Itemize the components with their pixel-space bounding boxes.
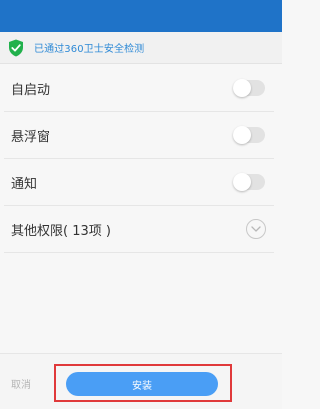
toggle-knob <box>233 173 251 191</box>
footer-bar: 取消 安装 <box>0 353 282 409</box>
floating-window-toggle[interactable] <box>233 126 265 144</box>
install-highlight-box: 安装 <box>54 364 232 402</box>
shield-check-icon <box>9 39 23 56</box>
permission-list: 自启动 悬浮窗 通知 其他权限( 13项 ) <box>0 65 282 253</box>
permission-row-other[interactable]: 其他权限( 13项 ) <box>4 206 274 253</box>
permission-row-autostart: 自启动 <box>4 65 274 112</box>
toggle-knob <box>233 79 251 97</box>
autostart-toggle[interactable] <box>233 79 265 97</box>
permission-label: 悬浮窗 <box>11 129 51 145</box>
chevron-down-circle-icon <box>251 226 261 232</box>
security-text: 已通过360卫士安全检测 <box>34 44 145 55</box>
notification-toggle[interactable] <box>233 173 265 191</box>
permission-row-floating-window: 悬浮窗 <box>4 112 274 159</box>
permission-label: 通知 <box>11 176 38 192</box>
install-button[interactable]: 安装 <box>66 372 218 396</box>
cancel-button[interactable]: 取消 <box>11 376 31 391</box>
security-banner: 已通过360卫士安全检测 <box>0 32 282 64</box>
permission-row-notification: 通知 <box>4 159 274 206</box>
permission-label: 自启动 <box>11 82 51 98</box>
expand-other-permissions-button[interactable] <box>246 219 266 239</box>
toggle-knob <box>233 126 251 144</box>
permission-label: 其他权限( 13项 ) <box>11 223 111 239</box>
top-bar <box>0 0 282 32</box>
